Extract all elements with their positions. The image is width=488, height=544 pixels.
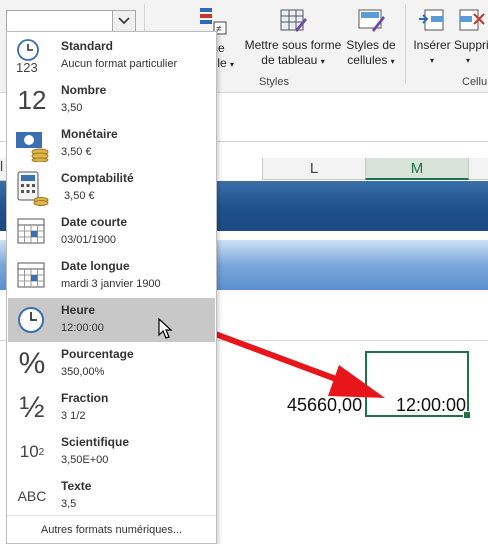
scientific-icon: 10 2 <box>19 442 45 461</box>
menu-item-title: Pourcentage <box>61 347 134 361</box>
menu-item-example: 03/01/1900 <box>61 234 117 246</box>
menu-item-standard[interactable]: 123 Standard Aucun format particulier <box>8 34 215 78</box>
menu-item-example: 3,50 € <box>61 146 92 158</box>
menu-item-heure[interactable]: Heure 12:00:00 <box>8 298 215 342</box>
menu-item-title: Standard <box>61 39 114 53</box>
menu-item-date-longue[interactable]: Date longue mardi 3 janvier 1900 <box>8 254 215 298</box>
currency-icon <box>14 126 50 162</box>
menu-item-title: Date courte <box>61 215 128 229</box>
menu-item-scientifique[interactable]: 10 2 Scientifique 3,50E+00 <box>8 430 215 474</box>
more-number-formats-link[interactable]: Autres formats numériques... <box>7 515 216 543</box>
menu-item-example: 3,50 € <box>61 190 95 202</box>
menu-item-example: 3 1/2 <box>61 410 86 422</box>
menu-item-title: Scientifique <box>61 435 130 449</box>
clock-123-icon: 123 <box>14 38 50 74</box>
menu-item-example: 3,50E+00 <box>61 454 109 466</box>
abc-icon: ABC <box>17 488 47 504</box>
menu-item-example: 3,5 <box>61 498 77 510</box>
menu-item-nombre[interactable]: 12 Nombre 3,50 <box>8 78 215 122</box>
menu-item-example: mardi 3 janvier 1900 <box>61 278 161 290</box>
menu-item-monetaire[interactable]: Monétaire 3,50 € <box>8 122 215 166</box>
number-12-icon: 12 <box>17 84 47 115</box>
menu-item-fraction[interactable]: ½ Fraction 3 1/2 <box>8 386 215 430</box>
calendar-icon <box>14 214 50 250</box>
svg-text:123: 123 <box>16 60 38 74</box>
menu-item-title: Monétaire <box>61 127 118 141</box>
menu-item-example: 12:00:00 <box>61 322 104 334</box>
menu-item-title: Date longue <box>61 259 130 273</box>
menu-item-pourcentage[interactable]: % Pourcentage 350,00% <box>8 342 215 386</box>
clock-icon <box>14 302 50 338</box>
menu-item-title: Comptabilité <box>61 171 134 185</box>
menu-item-title: Fraction <box>61 391 109 405</box>
menu-item-title: Heure <box>61 303 96 317</box>
menu-item-example: Aucun format particulier <box>61 58 178 70</box>
menu-item-comptabilite[interactable]: Comptabilité 3,50 € <box>8 166 215 210</box>
number-format-dropdown: 123 Standard Aucun format particulier 12… <box>6 31 217 544</box>
calculator-icon <box>14 170 50 206</box>
menu-item-title: Texte <box>61 479 92 493</box>
calendar-icon <box>14 258 50 294</box>
fraction-icon: ½ <box>19 391 45 424</box>
percent-icon: % <box>18 347 46 380</box>
menu-item-example: 350,00% <box>61 366 105 378</box>
menu-item-date-courte[interactable]: Date courte 03/01/1900 <box>8 210 215 254</box>
menu-item-example: 3,50 <box>61 102 83 114</box>
mouse-pointer-icon <box>158 318 173 339</box>
menu-item-texte[interactable]: ABC Texte 3,5 <box>8 474 215 518</box>
menu-item-title: Nombre <box>61 83 107 97</box>
